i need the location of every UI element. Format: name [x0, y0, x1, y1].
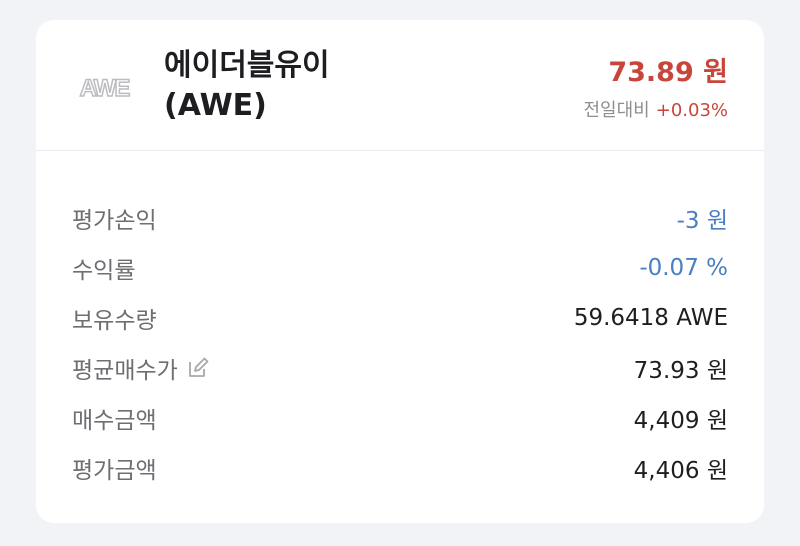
- detail-label: 수익률: [72, 258, 136, 284]
- detail-value: -0.07 %: [639, 255, 728, 281]
- detail-row-return-rate: 수익률 -0.07 %: [36, 248, 764, 288]
- daily-change: 전일대비 +0.03%: [583, 96, 728, 122]
- detail-value: 4,409 원: [633, 408, 728, 434]
- asset-name-korean: 에이더블유이: [164, 48, 330, 83]
- detail-row-profit: 평가손익 -3 원: [36, 198, 764, 238]
- detail-label: 평가금액: [72, 458, 157, 484]
- asset-logo: AWE: [76, 74, 132, 104]
- daily-change-value: +0.03%: [655, 100, 728, 121]
- detail-row-eval-amount: 평가금액 4,406 원: [36, 448, 764, 488]
- asset-logo-text: AWE: [79, 74, 131, 103]
- asset-name: 에이더블유이 (AWE): [164, 46, 330, 126]
- detail-label: 평균매수가: [72, 358, 178, 384]
- detail-row-buy-amount: 매수금액 4,409 원: [36, 398, 764, 438]
- detail-value: 73.93 원: [633, 358, 728, 384]
- daily-change-label: 전일대비: [583, 100, 650, 121]
- edit-icon[interactable]: [186, 356, 210, 380]
- current-price: 73.89 원: [608, 57, 728, 88]
- detail-label-with-edit: 평균매수가: [72, 351, 210, 385]
- detail-row-quantity: 보유수량 59.6418 AWE: [36, 298, 764, 338]
- detail-label: 평가손익: [72, 208, 157, 234]
- asset-header[interactable]: AWE 에이더블유이 (AWE) 73.89 원 전일대비 +0.03%: [36, 20, 764, 151]
- detail-value: -3 원: [676, 208, 728, 234]
- detail-label: 매수금액: [72, 408, 157, 434]
- detail-value: 4,406 원: [633, 458, 728, 484]
- detail-value: 59.6418 AWE: [573, 305, 728, 331]
- holding-card: AWE 에이더블유이 (AWE) 73.89 원 전일대비 +0.03% 평가손익…: [36, 20, 764, 523]
- asset-ticker: (AWE): [164, 88, 267, 123]
- detail-label: 보유수량: [72, 308, 157, 334]
- detail-row-avg-price: 평균매수가 73.93 원: [36, 348, 764, 388]
